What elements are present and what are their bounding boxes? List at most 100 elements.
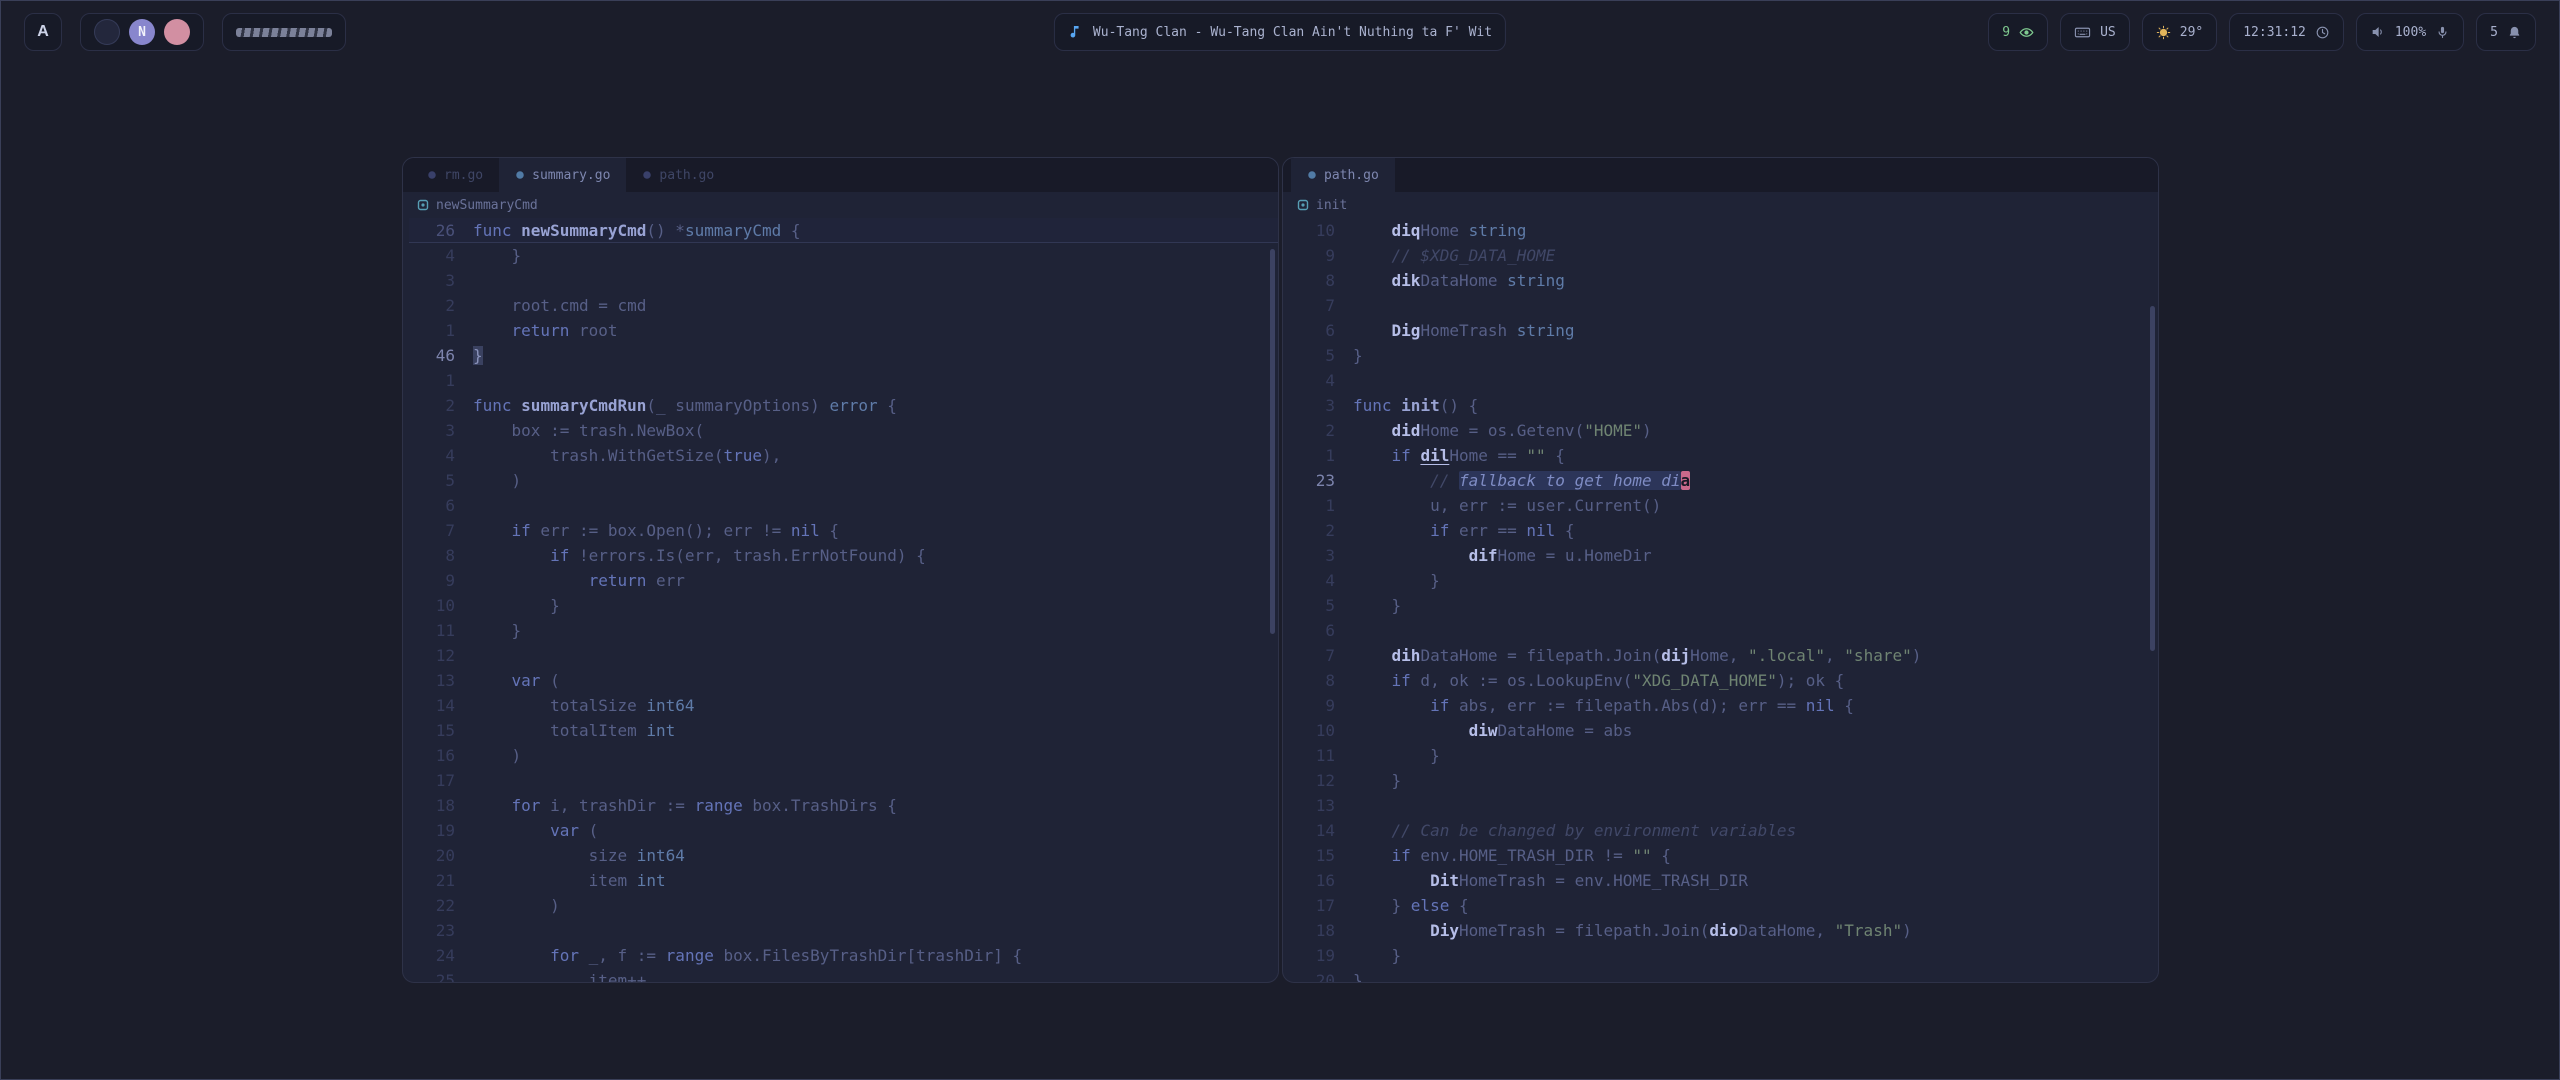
code-line[interactable]: 6 xyxy=(409,493,1278,518)
line-number: 23 xyxy=(409,918,473,943)
code-line[interactable]: 8 if d, ok := os.LookupEnv("XDG_DATA_HOM… xyxy=(1289,668,2158,693)
line-number: 2 xyxy=(409,293,473,318)
tab-path-go-left[interactable]: path.go xyxy=(626,158,730,192)
code-line[interactable]: 18 DiyHomeTrash = filepath.Join(dioDataH… xyxy=(1289,918,2158,943)
code-line[interactable]: 22 ) xyxy=(409,893,1278,918)
right-scrollbar-thumb[interactable] xyxy=(2150,306,2155,651)
code-text: } xyxy=(1353,943,1401,968)
app-launcher-button[interactable]: A xyxy=(24,13,62,51)
code-line[interactable]: 7 dihDataHome = filepath.Join(dijHome, "… xyxy=(1289,643,2158,668)
line-number: 18 xyxy=(409,793,473,818)
window-title-pill[interactable] xyxy=(222,13,346,51)
code-line[interactable]: 17 } else { xyxy=(1289,893,2158,918)
code-line[interactable]: 11 } xyxy=(409,618,1278,643)
code-line[interactable]: 3func init() { xyxy=(1289,393,2158,418)
code-line[interactable]: 6 xyxy=(1289,618,2158,643)
volume-pill[interactable]: 100% xyxy=(2356,13,2464,51)
code-line[interactable]: 14 totalSize int64 xyxy=(409,693,1278,718)
code-line[interactable]: 15 totalItem int xyxy=(409,718,1278,743)
code-line[interactable]: 4 } xyxy=(1289,568,2158,593)
left-scrollbar-thumb[interactable] xyxy=(1270,249,1275,634)
code-line[interactable]: 1 return root xyxy=(409,318,1278,343)
line-number: 10 xyxy=(409,593,473,618)
code-line[interactable]: 14 // Can be changed by environment vari… xyxy=(1289,818,2158,843)
code-line[interactable]: 13 var ( xyxy=(409,668,1278,693)
neovim-workspace-icon[interactable]: N xyxy=(129,19,155,45)
code-line[interactable]: 23 // fallback to get home dia xyxy=(1289,468,2158,493)
code-line[interactable]: 16 DitHomeTrash = env.HOME_TRASH_DIR xyxy=(1289,868,2158,893)
code-line[interactable]: 10 diqHome string xyxy=(1289,218,2158,243)
code-line[interactable]: 18 for i, trashDir := range box.TrashDir… xyxy=(409,793,1278,818)
clock-pill[interactable]: 12:31:12 xyxy=(2229,13,2344,51)
code-text: } xyxy=(1353,768,1401,793)
keyboard-layout-pill[interactable]: US xyxy=(2060,13,2130,51)
code-line[interactable]: 12 } xyxy=(1289,768,2158,793)
code-line[interactable]: 15 if env.HOME_TRASH_DIR != "" { xyxy=(1289,843,2158,868)
code-line[interactable]: 1 if dilHome == "" { xyxy=(1289,443,2158,468)
workspace-app-3-icon[interactable] xyxy=(164,19,190,45)
notifications-pill[interactable]: 5 xyxy=(2476,13,2536,51)
code-text: DiyHomeTrash = filepath.Join(dioDataHome… xyxy=(1353,918,1912,943)
line-number: 17 xyxy=(1289,893,1353,918)
code-line[interactable]: 26func newSummaryCmd() *summaryCmd { xyxy=(409,218,1278,243)
code-line[interactable]: 1 u, err := user.Current() xyxy=(1289,493,2158,518)
code-line[interactable]: 23 xyxy=(409,918,1278,943)
code-line[interactable]: 3 box := trash.NewBox( xyxy=(409,418,1278,443)
weather-pill[interactable]: 29° xyxy=(2142,13,2217,51)
code-line[interactable]: 12 xyxy=(409,643,1278,668)
line-number: 9 xyxy=(1289,243,1353,268)
code-line[interactable]: 9 return err xyxy=(409,568,1278,593)
code-line[interactable]: 20} xyxy=(1289,968,2158,983)
code-line[interactable]: 9 if abs, err := filepath.Abs(d); err ==… xyxy=(1289,693,2158,718)
line-number: 19 xyxy=(1289,943,1353,968)
code-line[interactable]: 24 for _, f := range box.FilesByTrashDir… xyxy=(409,943,1278,968)
code-line[interactable]: 2func summaryCmdRun(_ summaryOptions) er… xyxy=(409,393,1278,418)
code-line[interactable]: 4 trash.WithGetSize(true), xyxy=(409,443,1278,468)
code-line[interactable]: 21 item int xyxy=(409,868,1278,893)
code-line[interactable]: 2 root.cmd = cmd xyxy=(409,293,1278,318)
code-line[interactable]: 2 if err == nil { xyxy=(1289,518,2158,543)
code-line[interactable]: 7 xyxy=(1289,293,2158,318)
code-line[interactable]: 25 item++ xyxy=(409,968,1278,983)
code-line[interactable]: 10 } xyxy=(409,593,1278,618)
code-line[interactable]: 4 } xyxy=(409,243,1278,268)
notification-count: 5 xyxy=(2490,25,2498,40)
code-line[interactable]: 16 ) xyxy=(409,743,1278,768)
tab-summary-go[interactable]: summary.go xyxy=(499,158,626,192)
code-text: // $XDG_DATA_HOME xyxy=(1353,243,1555,268)
code-line[interactable]: 8 if !errors.Is(err, trash.ErrNotFound) … xyxy=(409,543,1278,568)
code-line[interactable]: 5 ) xyxy=(409,468,1278,493)
code-line[interactable]: 8 dikDataHome string xyxy=(1289,268,2158,293)
code-line[interactable]: 10 diwDataHome = abs xyxy=(1289,718,2158,743)
code-line[interactable]: 4 xyxy=(1289,368,2158,393)
music-note-icon xyxy=(1068,24,1084,40)
code-text: } xyxy=(1353,743,1440,768)
code-line[interactable]: 3 xyxy=(409,268,1278,293)
line-number: 1 xyxy=(409,368,473,393)
code-line[interactable]: 6 DigHomeTrash string xyxy=(1289,318,2158,343)
idle-inhibitor-pill[interactable]: 9 xyxy=(1988,13,2048,51)
code-line[interactable]: 7 if err := box.Open(); err != nil { xyxy=(409,518,1278,543)
tab-path-go[interactable]: path.go xyxy=(1291,158,1395,192)
code-line[interactable]: 46} xyxy=(409,343,1278,368)
code-line[interactable]: 13 xyxy=(1289,793,2158,818)
line-number: 1 xyxy=(1289,443,1353,468)
code-line[interactable]: 19 var ( xyxy=(409,818,1278,843)
workspace-app-1-icon[interactable] xyxy=(94,19,120,45)
code-line[interactable]: 19 } xyxy=(1289,943,2158,968)
code-line[interactable]: 9 // $XDG_DATA_HOME xyxy=(1289,243,2158,268)
tab-rm-go[interactable]: rm.go xyxy=(411,158,499,192)
code-line[interactable]: 2 didHome = os.Getenv("HOME") xyxy=(1289,418,2158,443)
code-line[interactable]: 20 size int64 xyxy=(409,843,1278,868)
bar-left-cluster: A N xyxy=(24,13,346,51)
code-line[interactable]: 5 } xyxy=(1289,593,2158,618)
code-line[interactable]: 11 } xyxy=(1289,743,2158,768)
media-player-pill[interactable]: Wu-Tang Clan - Wu-Tang Clan Ain't Nuthin… xyxy=(1054,13,1506,51)
code-line[interactable]: 3 difHome = u.HomeDir xyxy=(1289,543,2158,568)
code-line[interactable]: 17 xyxy=(409,768,1278,793)
desktop: A N Wu-Tang Clan - Wu-Tang Clan Ain't Nu… xyxy=(0,0,2560,1080)
line-number: 6 xyxy=(409,493,473,518)
breadcrumb-symbol: newSummaryCmd xyxy=(436,198,538,213)
code-line[interactable]: 1 xyxy=(409,368,1278,393)
code-line[interactable]: 5} xyxy=(1289,343,2158,368)
